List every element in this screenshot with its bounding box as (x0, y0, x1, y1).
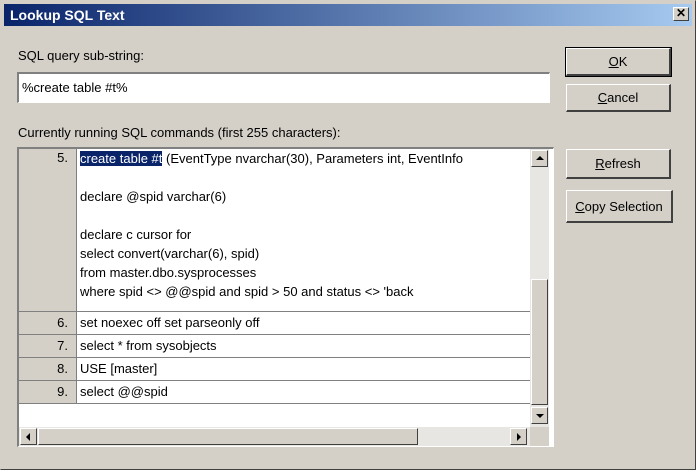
sql-substring-input[interactable]: %create table #t% (17, 72, 550, 103)
sql-text-cell[interactable]: USE [master] (78, 358, 530, 380)
scroll-down-button[interactable] (531, 407, 548, 424)
table-row[interactable]: 6. set noexec off set parseonly off (19, 312, 530, 335)
table-row[interactable]: 9. select @@spid (19, 381, 530, 404)
copy-selection-button[interactable]: Copy Selection (566, 190, 673, 223)
sql-text-cell[interactable]: select * from sysobjects (78, 335, 530, 357)
title-bar: Lookup SQL Text ✕ (4, 4, 692, 26)
scroll-right-button[interactable] (510, 428, 527, 445)
scroll-left-button[interactable] (20, 428, 37, 445)
scrollbar-corner (530, 427, 549, 446)
arrow-right-icon (517, 433, 521, 441)
horizontal-scrollbar[interactable] (19, 427, 530, 446)
arrow-down-icon (536, 414, 544, 418)
sql-text-cell[interactable]: set noexec off set parseonly off (78, 312, 530, 334)
vertical-scroll-thumb[interactable] (531, 279, 548, 405)
results-label: Currently running SQL commands (first 25… (18, 125, 341, 140)
arrow-left-icon (26, 433, 30, 441)
selected-text: create table #t (78, 150, 164, 167)
refresh-button[interactable]: Refresh (566, 149, 671, 179)
row-number: 9. (19, 381, 77, 403)
sql-commands-grid[interactable]: 5. create table #t (EventType nvarchar(3… (17, 147, 554, 447)
search-label: SQL query sub-string: (18, 48, 144, 63)
cancel-button[interactable]: Cancel (566, 84, 671, 112)
close-button[interactable]: ✕ (673, 7, 689, 21)
row-number: 6. (19, 312, 77, 334)
table-row[interactable]: 7. select * from sysobjects (19, 335, 530, 358)
row-number: 8. (19, 358, 77, 380)
scroll-up-button[interactable] (531, 150, 548, 167)
table-row[interactable]: 8. USE [master] (19, 358, 530, 381)
row-number: 7. (19, 335, 77, 357)
window-title: Lookup SQL Text (10, 7, 125, 23)
close-icon: ✕ (675, 6, 687, 20)
vertical-scrollbar[interactable] (530, 149, 549, 427)
table-row[interactable]: 5. create table #t (EventType nvarchar(3… (19, 149, 530, 312)
lookup-sql-dialog: Lookup SQL Text ✕ SQL query sub-string: … (0, 0, 696, 470)
row-number: 5. (19, 149, 77, 311)
ok-button[interactable]: OK (565, 47, 672, 77)
sql-text-cell[interactable]: create table #t (EventType nvarchar(30),… (78, 149, 530, 311)
arrow-up-icon (536, 156, 544, 160)
sql-text-cell[interactable]: select @@spid (78, 381, 530, 403)
horizontal-scroll-thumb[interactable] (38, 428, 418, 445)
